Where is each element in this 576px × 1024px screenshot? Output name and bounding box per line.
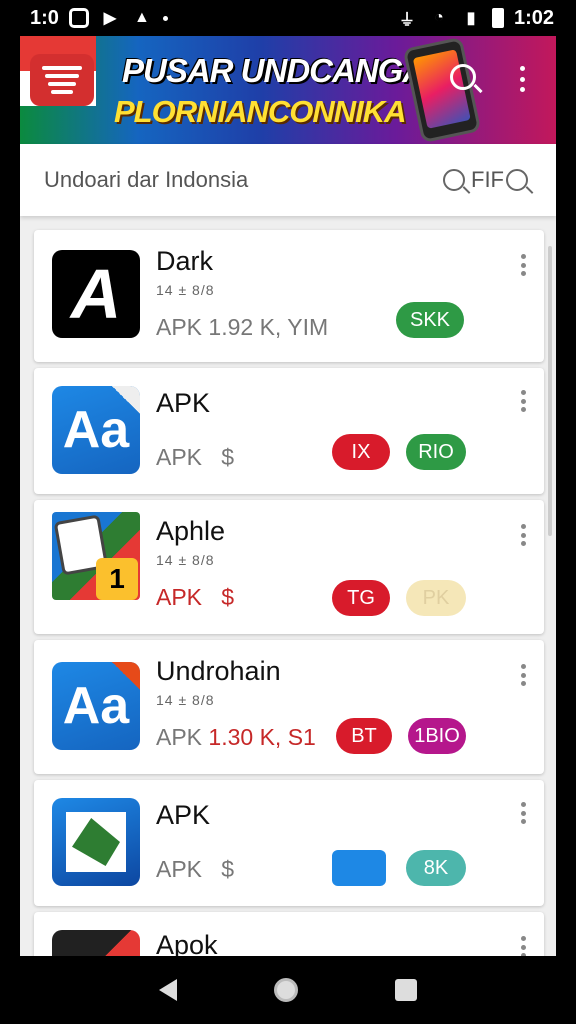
action-pill[interactable]: 1BIO <box>408 718 466 754</box>
app-icon <box>52 798 140 886</box>
recent-apps-icon[interactable] <box>395 979 418 1001</box>
search-input[interactable]: Undoari dar Indonsia <box>44 167 443 193</box>
app-meta: 14 ± 8/8 <box>156 282 215 298</box>
home-icon[interactable] <box>273 978 298 1002</box>
search-bar[interactable]: Undoari dar Indonsia FIF <box>20 144 556 216</box>
app-screen: PUSAR UNDCANGAN PLORNIANCONNIKA Undoari … <box>20 36 556 956</box>
battery-icon <box>491 8 504 28</box>
app-info: APK $ <box>156 444 234 470</box>
app-icon <box>52 930 140 956</box>
app-info: APK $ <box>156 856 234 882</box>
app-icon: Aa <box>52 662 140 750</box>
app-name: Dark <box>156 246 214 276</box>
more-options-icon[interactable] <box>520 802 526 824</box>
app-icon: A <box>52 250 140 338</box>
search-icon[interactable] <box>443 169 465 191</box>
app-info: APK 1.30 K, S1 <box>156 724 316 750</box>
status-time-right: 1:02 <box>513 6 554 29</box>
action-pill[interactable]: BT <box>336 718 392 754</box>
banner-title: PUSAR UNDCANGAN <box>122 52 449 89</box>
search-icon[interactable] <box>506 169 528 191</box>
list-item[interactable]: APK APK $ 8K <box>34 780 544 906</box>
navigation-bar <box>0 956 576 1024</box>
more-options-icon[interactable] <box>520 936 526 956</box>
search-icon[interactable] <box>450 64 476 90</box>
more-options-icon[interactable] <box>520 66 526 92</box>
header-banner: PUSAR UNDCANGAN PLORNIANCONNIKA <box>20 36 556 144</box>
wifi-icon: ◔ <box>434 9 444 26</box>
more-options-icon[interactable] <box>520 524 526 546</box>
back-icon[interactable] <box>158 979 177 1001</box>
phone-graphic <box>402 36 482 144</box>
list-item[interactable]: Aa Undrohain 14 ± 8/8 APK 1.30 K, S1 BT … <box>34 640 544 774</box>
banner-subtitle: PLORNIANCONNIKA <box>114 94 407 129</box>
action-pill[interactable]: TG <box>332 580 390 616</box>
app-name: APK <box>156 800 211 830</box>
more-options-icon[interactable] <box>520 664 526 686</box>
play-icon: ▶ <box>103 10 117 27</box>
scrollbar[interactable] <box>548 246 552 536</box>
action-pill[interactable]: IX <box>332 434 390 470</box>
more-options-icon[interactable] <box>520 254 526 276</box>
app-info: APK $ <box>156 584 234 610</box>
app-name: APK <box>156 388 211 418</box>
app-icon: Aa <box>52 386 140 474</box>
notification-icon <box>68 8 89 28</box>
app-name: Apok <box>156 930 218 956</box>
app-name: Aphle <box>156 516 226 546</box>
status-time-left: 1:0 <box>30 6 59 29</box>
list-item[interactable]: 1 Aphle 14 ± 8/8 APK $ TG PK <box>34 500 544 634</box>
app-name: Undrohain <box>156 656 281 686</box>
action-pill[interactable]: 8K <box>406 850 466 886</box>
warning-icon: ▲ <box>133 9 150 26</box>
app-meta: 14 ± 8/8 <box>156 552 215 568</box>
dot-icon <box>162 15 168 21</box>
action-pill[interactable]: RIO <box>406 434 466 470</box>
list-item[interactable]: Apok <box>34 912 544 956</box>
action-pill[interactable]: PK <box>406 580 466 616</box>
app-icon: 1 <box>52 512 140 600</box>
list-item[interactable]: Aa APK APK $ IX RIO <box>34 368 544 494</box>
app-meta: 14 ± 8/8 <box>156 692 215 708</box>
filter-label[interactable]: FIF <box>471 167 504 193</box>
action-pill[interactable]: SKK <box>396 302 464 338</box>
app-info: APK 1.92 K, YIM <box>156 314 329 340</box>
list-item[interactable]: A Dark 14 ± 8/8 APK 1.92 K, YIM SKK <box>34 230 544 362</box>
signal-icon: ▮ <box>466 10 476 27</box>
status-bar: 1:0 ▶ ▲ ⏚ ◔ ▮ 1:02 <box>0 0 576 36</box>
app-logo-icon[interactable] <box>30 54 94 106</box>
vibrate-icon: ⏚ <box>398 12 415 29</box>
action-pill[interactable] <box>332 850 386 886</box>
more-options-icon[interactable] <box>520 390 526 412</box>
